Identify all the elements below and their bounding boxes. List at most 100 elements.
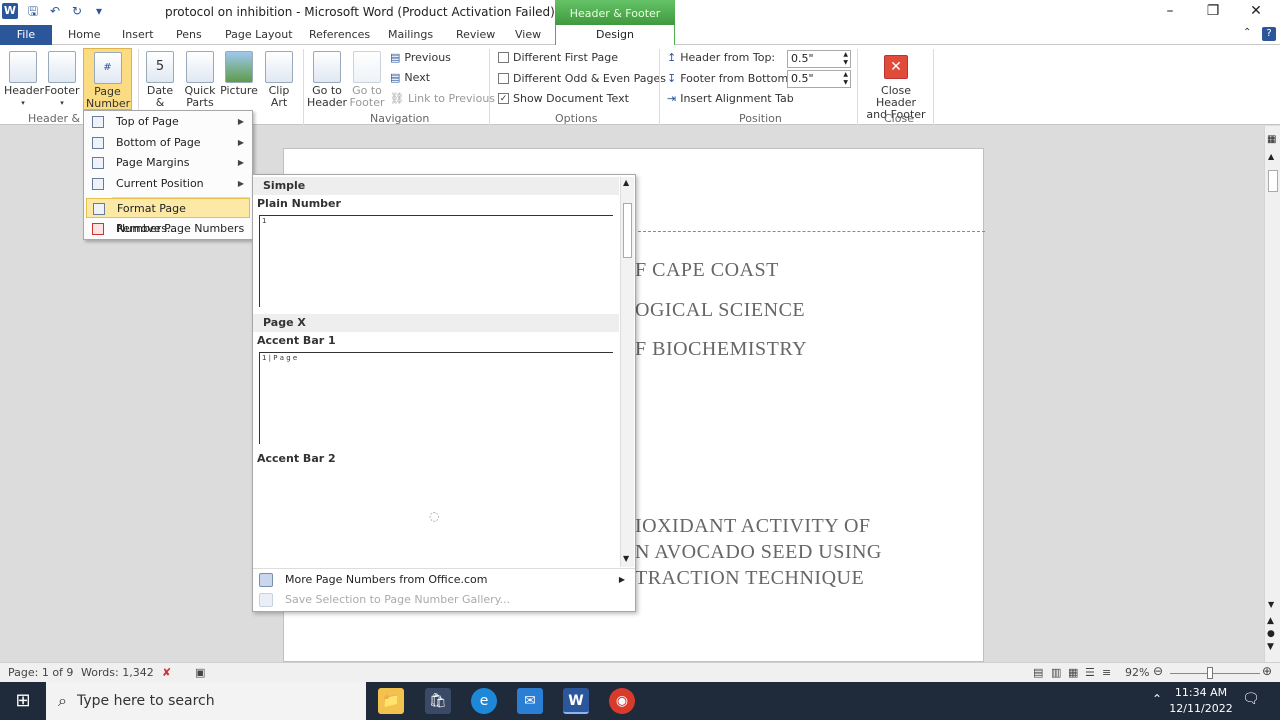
tab-view[interactable]: View [515,28,541,41]
zoom-in-icon[interactable]: ⊕ [1262,664,1272,678]
minimize-ribbon-icon[interactable]: ⌃ [1243,27,1251,38]
clip-art-button[interactable]: Clip Art [260,47,298,109]
tab-mailings[interactable]: Mailings [388,28,433,41]
document-text-line: F CAPE COAST [635,259,779,281]
zoom-slider[interactable] [1170,673,1260,674]
windows-start-icon[interactable]: ⊞ [0,682,46,720]
menu-item-top-of-page[interactable]: Top of Page ▶ [86,112,250,132]
footer-from-bottom-input[interactable]: 0.5" [787,70,851,88]
calendar-icon: 5 [146,51,174,83]
word-app-icon[interactable]: W [2,3,18,19]
edge-browser-icon[interactable]: e [471,688,497,714]
web-layout-icon[interactable]: ▦ [1068,666,1078,679]
go-to-header-button[interactable]: Go to Header [306,47,348,109]
page-count[interactable]: Page: 1 of 9 [8,666,73,679]
browse-object-icon[interactable]: ● [1267,629,1275,639]
word-taskbar-icon[interactable]: W [563,688,589,714]
menu-item-current-position[interactable]: Current Position ▶ [86,174,250,194]
customize-toolbar-icon[interactable]: ▾ [92,4,106,18]
print-layout-view-icon[interactable]: ▤ [1033,666,1043,679]
tab-references[interactable]: References [309,28,370,41]
screen-recorder-icon[interactable]: ◉ [609,688,635,714]
zoom-slider-thumb[interactable] [1207,667,1213,679]
scroll-thumb[interactable] [1268,170,1278,192]
page-number-button[interactable]: # Page Number [83,48,132,110]
gallery-item-plain-number[interactable]: 1 [259,215,613,307]
zoom-out-icon[interactable]: ⊖ [1153,664,1163,678]
save-selection-gallery-item[interactable]: Save Selection to Page Number Gallery... [257,590,633,610]
macro-record-icon[interactable]: ▣ [195,666,205,679]
menu-item-remove-page-numbers[interactable]: Remove Page Numbers [86,219,250,239]
header-button[interactable]: Header ▾ [4,47,44,109]
vertical-scrollbar[interactable]: ▦ ▲ ▼ ▲ ● ▼ [1264,126,1280,662]
scroll-up-icon[interactable]: ▲ [623,178,629,187]
close-header-footer-button[interactable]: ✕ Close Header and Footer [860,47,932,121]
save-icon[interactable]: 🖫 [26,4,40,18]
menu-item-format-page-numbers[interactable]: Format Page Numbers... [86,198,250,235]
menu-item-page-margins[interactable]: Page Margins ▶ [86,153,250,173]
tab-page-layout[interactable]: Page Layout [225,28,293,41]
redo-icon[interactable]: ↻ [70,4,84,18]
picture-button[interactable]: Picture [220,47,258,97]
zoom-level[interactable]: 92% [1125,666,1149,679]
different-odd-even-checkbox[interactable]: Different Odd & Even Pages [498,72,666,85]
tab-pens[interactable]: Pens [176,28,202,41]
scroll-up-icon[interactable]: ▲ [1268,152,1274,161]
close-window-icon[interactable]: ✕ [1246,3,1266,19]
tab-review[interactable]: Review [456,28,495,41]
submenu-arrow-icon: ▶ [237,158,244,167]
draft-view-icon[interactable]: ≡ [1102,666,1111,679]
submenu-arrow-icon: ▶ [237,179,244,188]
full-screen-reading-icon[interactable]: ▥ [1051,666,1061,679]
next-button[interactable]: ▤ Next [390,71,430,84]
document-text-line: F BIOCHEMISTRY [635,338,808,360]
footer-button[interactable]: Footer ▾ [43,47,81,109]
help-icon[interactable]: ? [1262,27,1276,41]
gallery-scrollbar[interactable]: ▲ ▼ [620,177,634,567]
word-count[interactable]: Words: 1,342 [81,666,154,679]
microsoft-store-icon[interactable]: 🛍 [425,688,451,714]
restore-icon[interactable]: ❐ [1203,3,1223,19]
quick-parts-button[interactable]: Quick Parts [181,47,219,109]
show-document-text-checkbox[interactable]: ✓ Show Document Text [498,92,629,105]
top-of-page-icon [92,116,104,128]
notification-icon[interactable]: 🗨 [1242,691,1260,707]
gallery-item-label: Accent Bar 1 [257,334,336,347]
footer-from-bottom-label: ↧ Footer from Bottom: [667,72,792,85]
mail-icon[interactable]: ✉ [517,688,543,714]
taskbar: ⊞ ⌕ Type here to search 📁 🛍 e ✉ W ◉ ⌃ 11… [0,682,1280,720]
minimize-icon[interactable]: – [1160,3,1180,19]
go-to-footer-button[interactable]: Go to Footer [346,47,388,109]
link-to-previous-button[interactable]: ⛓ Link to Previous [390,92,495,105]
insert-alignment-tab-button[interactable]: ⇥ Insert Alignment Tab [667,92,794,105]
tab-home[interactable]: Home [68,28,100,41]
group-label-header-footer: Header & F [28,112,90,125]
page-number-gallery: Simple Plain Number 1 Page X Accent Bar … [252,174,636,612]
more-page-numbers-office-item[interactable]: More Page Numbers from Office.com ▶ [257,570,633,590]
header-position-icon: ↥ [667,51,677,64]
tab-file[interactable]: File [0,25,52,45]
document-text-line: OGICAL SCIENCE [635,299,806,321]
previous-button[interactable]: ▤ Previous [390,51,451,64]
tab-design[interactable]: Design [555,25,675,46]
header-from-top-input[interactable]: 0.5" [787,50,851,68]
gallery-item-accent-bar-1[interactable]: 1 | P a g e [259,352,613,444]
system-clock[interactable]: 11:34 AM 12/11/2022 [1168,685,1234,717]
file-explorer-icon[interactable]: 📁 [378,688,404,714]
close-red-icon: ✕ [884,55,908,79]
show-hidden-icons[interactable]: ⌃ [1152,692,1162,706]
scroll-down-icon[interactable]: ▼ [623,554,629,563]
different-first-page-checkbox[interactable]: Different First Page [498,51,618,64]
gallery-scroll-thumb[interactable] [623,203,632,258]
scroll-down-icon[interactable]: ▼ [1268,600,1274,609]
previous-page-icon[interactable]: ▲ [1267,616,1274,626]
next-page-icon[interactable]: ▼ [1267,642,1274,652]
menu-item-bottom-of-page[interactable]: Bottom of Page ▶ [86,133,250,153]
proofing-icon[interactable]: ✘ [162,666,171,679]
checkbox-unchecked-icon [498,73,509,84]
ruler-toggle-icon[interactable]: ▦ [1267,134,1276,145]
undo-icon[interactable]: ↶ [48,4,62,18]
taskbar-search[interactable]: ⌕ Type here to search [46,682,366,720]
tab-insert[interactable]: Insert [122,28,154,41]
outline-view-icon[interactable]: ☰ [1085,666,1095,679]
